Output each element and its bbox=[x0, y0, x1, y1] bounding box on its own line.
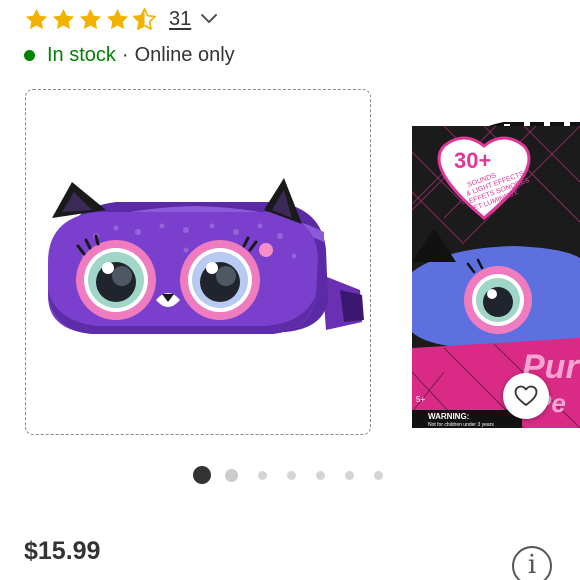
star-rating bbox=[24, 7, 157, 32]
info-button[interactable]: i bbox=[512, 546, 552, 580]
warning-title: WARNING: bbox=[428, 412, 469, 421]
image-carousel[interactable]: 30+ SOUNDS & LIGHT EFFECTS EFFETS SONORE… bbox=[0, 88, 580, 438]
star-icon bbox=[25, 8, 48, 29]
favorite-button[interactable] bbox=[503, 373, 549, 419]
chevron-down-icon[interactable] bbox=[199, 9, 219, 29]
stock-status: In stock · Online only bbox=[24, 44, 235, 67]
carousel-dot-2[interactable] bbox=[225, 468, 238, 482]
carousel-dot-3[interactable] bbox=[258, 470, 267, 480]
carousel-dot-5[interactable] bbox=[316, 470, 325, 480]
age-mark: 5+ bbox=[416, 395, 425, 404]
carousel-dot-7[interactable] bbox=[374, 470, 383, 480]
info-icon: i bbox=[527, 550, 537, 580]
heart-outline-icon bbox=[514, 385, 538, 406]
rating-row[interactable]: 31 bbox=[24, 6, 219, 32]
warning-note: Not for children under 3 years bbox=[428, 422, 494, 428]
carousel-dot-6[interactable] bbox=[345, 470, 354, 480]
star-icon bbox=[79, 8, 102, 29]
stock-separator: · bbox=[121, 44, 129, 66]
product-image-main[interactable] bbox=[25, 89, 371, 435]
half-star-icon bbox=[133, 7, 156, 30]
product-package-image: 30+ SOUNDS & LIGHT EFFECTS EFFETS SONORE… bbox=[411, 122, 580, 428]
product-price: $15.99 bbox=[24, 537, 101, 565]
star-icon bbox=[106, 8, 129, 29]
availability-note: Online only bbox=[134, 44, 235, 66]
star-icon bbox=[52, 8, 75, 29]
badge-number: 30+ bbox=[454, 148, 491, 173]
product-image bbox=[48, 178, 364, 334]
review-count-link[interactable]: 31 bbox=[169, 8, 191, 31]
carousel-dot-1[interactable] bbox=[193, 466, 211, 484]
carousel-dot-4[interactable] bbox=[287, 470, 296, 480]
carousel-pagination bbox=[193, 466, 383, 484]
product-image-next[interactable]: 30+ SOUNDS & LIGHT EFFECTS EFFETS SONORE… bbox=[404, 122, 580, 428]
stock-status-text: In stock bbox=[47, 44, 116, 66]
stock-dot-icon bbox=[24, 50, 35, 61]
